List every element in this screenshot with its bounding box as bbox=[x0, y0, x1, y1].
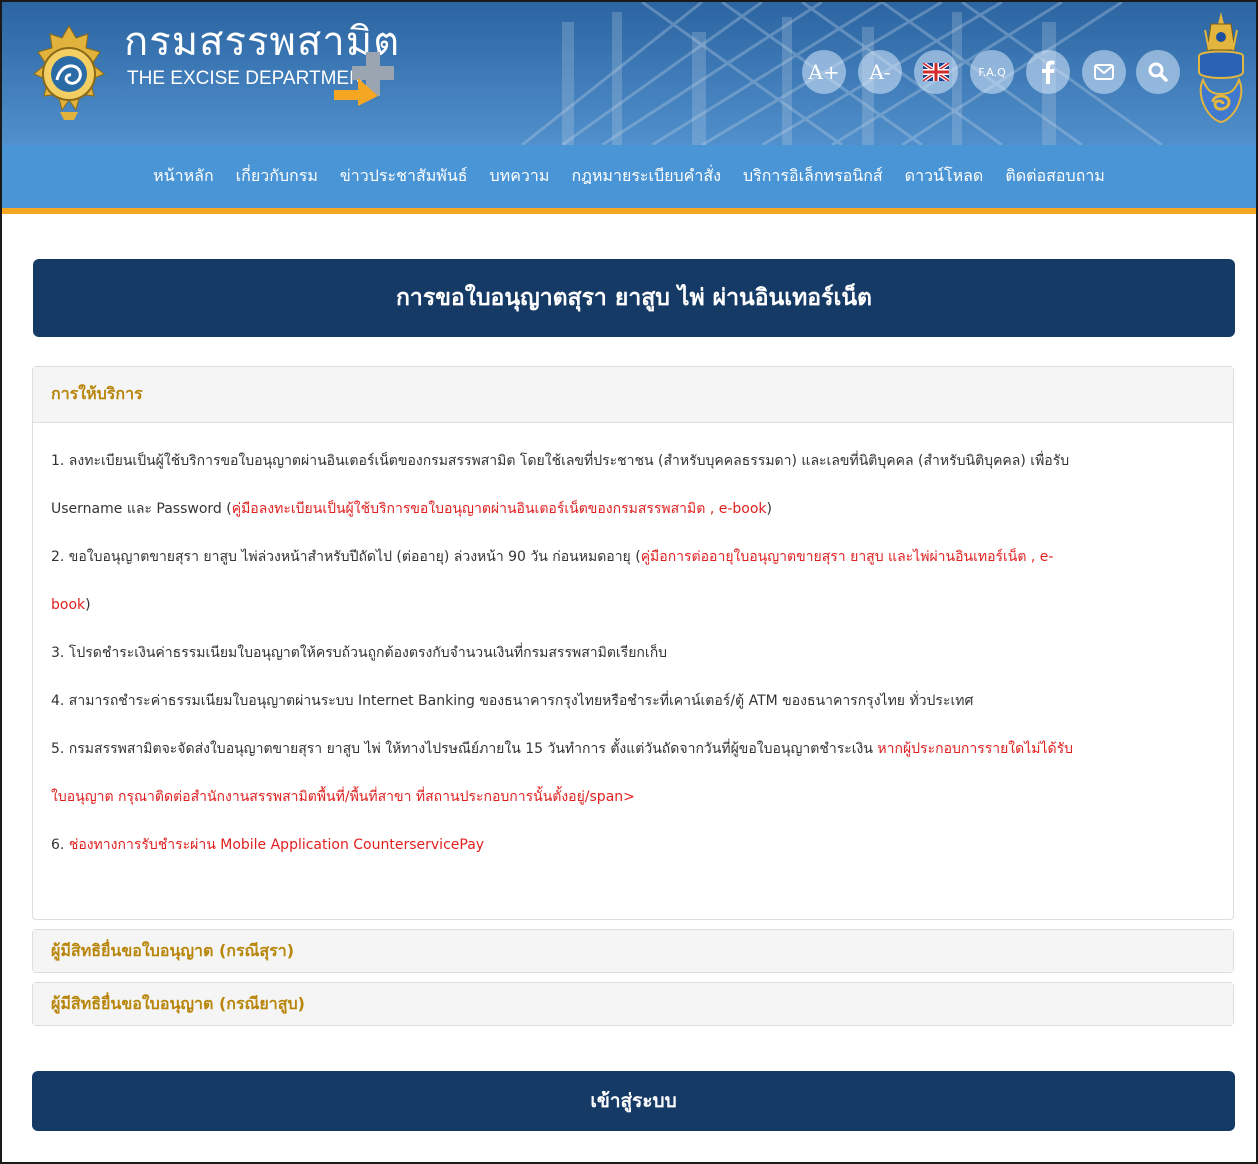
liquor-eligibility-header[interactable]: ผู้มีสิทธิยื่นขอใบอนุญาต (กรณีสุรา) bbox=[33, 930, 1233, 972]
nav-item-downloads[interactable]: ดาวน์โหลด bbox=[905, 164, 984, 189]
service-item-text: 5. กรมสรรพสามิตจะจัดส่งใบอนุญาตขายสุรา ย… bbox=[51, 741, 878, 757]
service-panel-header[interactable]: การให้บริการ bbox=[33, 367, 1233, 422]
renewal-manual-link[interactable]: คู่มือการต่ออายุใบอนุญาตขายสุรา ยาสูบ แล… bbox=[641, 549, 1054, 565]
header-banner: กรมสรรพสามิต THE EXCISE DEPARTMENT A+ A-… bbox=[2, 2, 1256, 145]
service-item-6: 6. ช่องทางการรับชำระผ่าน Mobile Applicat… bbox=[51, 821, 1215, 869]
service-item-1-continued: Username และ Password (คู่มือลงทะเบียนเป… bbox=[51, 485, 1215, 533]
main-navbar: หน้าหลัก เกี่ยวกับกรม ข่าวประชาสัมพันธ์ … bbox=[2, 145, 1256, 214]
mail-icon bbox=[1094, 64, 1114, 80]
font-increase-label: A+ bbox=[808, 60, 840, 84]
tobacco-eligibility-header[interactable]: ผู้มีสิทธิยื่นขอใบอนุญาต (กรณียาสูบ) bbox=[33, 983, 1233, 1025]
service-item-text: ) bbox=[85, 597, 91, 613]
excise-emblem-icon[interactable] bbox=[30, 24, 108, 122]
nav-item-regulations[interactable]: กฎหมายระเบียบคำสั่ง bbox=[571, 164, 721, 189]
nav-item-news[interactable]: ข่าวประชาสัมพันธ์ bbox=[340, 164, 468, 189]
service-panel-body: 1. ลงทะเบียนเป็นผู้ใช้บริการขอใบอนุญาตผ่… bbox=[33, 422, 1233, 869]
registration-manual-link[interactable]: คู่มือลงทะเบียนเป็นผู้ใช้บริการขอใบอนุญา… bbox=[232, 501, 767, 517]
language-english-button[interactable] bbox=[914, 50, 958, 94]
service-item-text: 4. สามารถชำระค่าธรรมเนียมใบอนุญาตผ่านระบ… bbox=[51, 693, 974, 709]
service-item-3: 3. โปรดชำระเงินค่าธรรมเนียมใบอนุญาตให้คร… bbox=[51, 629, 1215, 677]
login-button[interactable]: เข้าสู่ระบบ bbox=[32, 1071, 1235, 1131]
faq-button[interactable]: F.A.Q bbox=[970, 50, 1014, 94]
search-button[interactable] bbox=[1136, 50, 1180, 94]
service-item-4: 4. สามารถชำระค่าธรรมเนียมใบอนุญาตผ่านระบ… bbox=[51, 677, 1215, 725]
page-title-bar: การขอใบอนุญาตสุรา ยาสูบ ไพ่ ผ่านอินเทอร์… bbox=[33, 259, 1235, 337]
service-item-text: 1. ลงทะเบียนเป็นผู้ใช้บริการขอใบอนุญาตผ่… bbox=[51, 453, 1070, 469]
facebook-button[interactable] bbox=[1026, 50, 1070, 94]
nav-menu: หน้าหลัก เกี่ยวกับกรม ข่าวประชาสัมพันธ์ … bbox=[2, 145, 1256, 208]
renewal-manual-link-continued[interactable]: book bbox=[51, 597, 85, 613]
search-icon bbox=[1148, 62, 1168, 82]
delivery-notice-link[interactable]: หากผู้ประกอบการรายใดไม่ได้รับ bbox=[877, 741, 1073, 757]
nav-item-about[interactable]: เกี่ยวกับกรม bbox=[236, 164, 318, 189]
service-item-text: Username และ Password ( bbox=[51, 501, 232, 517]
service-item-2-continued: book) bbox=[51, 581, 1215, 629]
service-item-text: 6. bbox=[51, 837, 69, 853]
nav-item-articles[interactable]: บทความ bbox=[490, 164, 550, 189]
counterservice-pay-link[interactable]: ช่องทางการรับชำระผ่าน Mobile Application… bbox=[69, 837, 484, 853]
service-item-text: 2. ขอใบอนุญาตขายสุรา ยาสูบ ไพ่ล่วงหน้าสำ… bbox=[51, 549, 641, 565]
font-decrease-button[interactable]: A- bbox=[858, 50, 902, 94]
liquor-eligibility-panel: ผู้มีสิทธิยื่นขอใบอนุญาต (กรณีสุรา) bbox=[32, 929, 1234, 973]
font-increase-button[interactable]: A+ bbox=[802, 50, 846, 94]
royal-emblem-icon bbox=[1198, 12, 1244, 124]
service-item-text: ) bbox=[766, 501, 772, 517]
page-title: การขอใบอนุญาตสุรา ยาสูบ ไพ่ ผ่านอินเทอร์… bbox=[396, 285, 872, 311]
font-decrease-label: A- bbox=[869, 60, 891, 84]
service-item-text: 3. โปรดชำระเงินค่าธรรมเนียมใบอนุญาตให้คร… bbox=[51, 645, 668, 661]
tobacco-eligibility-panel: ผู้มีสิทธิยื่นขอใบอนุญาต (กรณียาสูบ) bbox=[32, 982, 1234, 1026]
faq-label: F.A.Q bbox=[978, 65, 1006, 79]
service-item-2: 2. ขอใบอนุญาตขายสุรา ยาสูบ ไพ่ล่วงหน้าสำ… bbox=[51, 533, 1215, 581]
nav-item-contact[interactable]: ติดต่อสอบถาม bbox=[1005, 164, 1105, 189]
service-item-1: 1. ลงทะเบียนเป็นผู้ใช้บริการขอใบอนุญาตผ่… bbox=[51, 437, 1215, 485]
facebook-icon bbox=[1042, 60, 1055, 84]
nav-item-home[interactable]: หน้าหลัก bbox=[153, 164, 214, 189]
uk-flag-icon bbox=[923, 63, 949, 81]
contact-mail-button[interactable] bbox=[1082, 50, 1126, 94]
service-item-5: 5. กรมสรรพสามิตจะจัดส่งใบอนุญาตขายสุรา ย… bbox=[51, 725, 1215, 773]
nav-item-e-services[interactable]: บริการอิเล็กทรอนิกส์ bbox=[743, 164, 883, 189]
service-item-5-continued: ใบอนุญาต กรุณาติดต่อสำนักงานสรรพสามิตพื้… bbox=[51, 773, 1215, 821]
service-panel: การให้บริการ 1. ลงทะเบียนเป็นผู้ใช้บริกา… bbox=[32, 366, 1234, 920]
plus-arrow-icon bbox=[334, 52, 394, 106]
delivery-notice-link-continued[interactable]: ใบอนุญาต กรุณาติดต่อสำนักงานสรรพสามิตพื้… bbox=[51, 789, 635, 805]
